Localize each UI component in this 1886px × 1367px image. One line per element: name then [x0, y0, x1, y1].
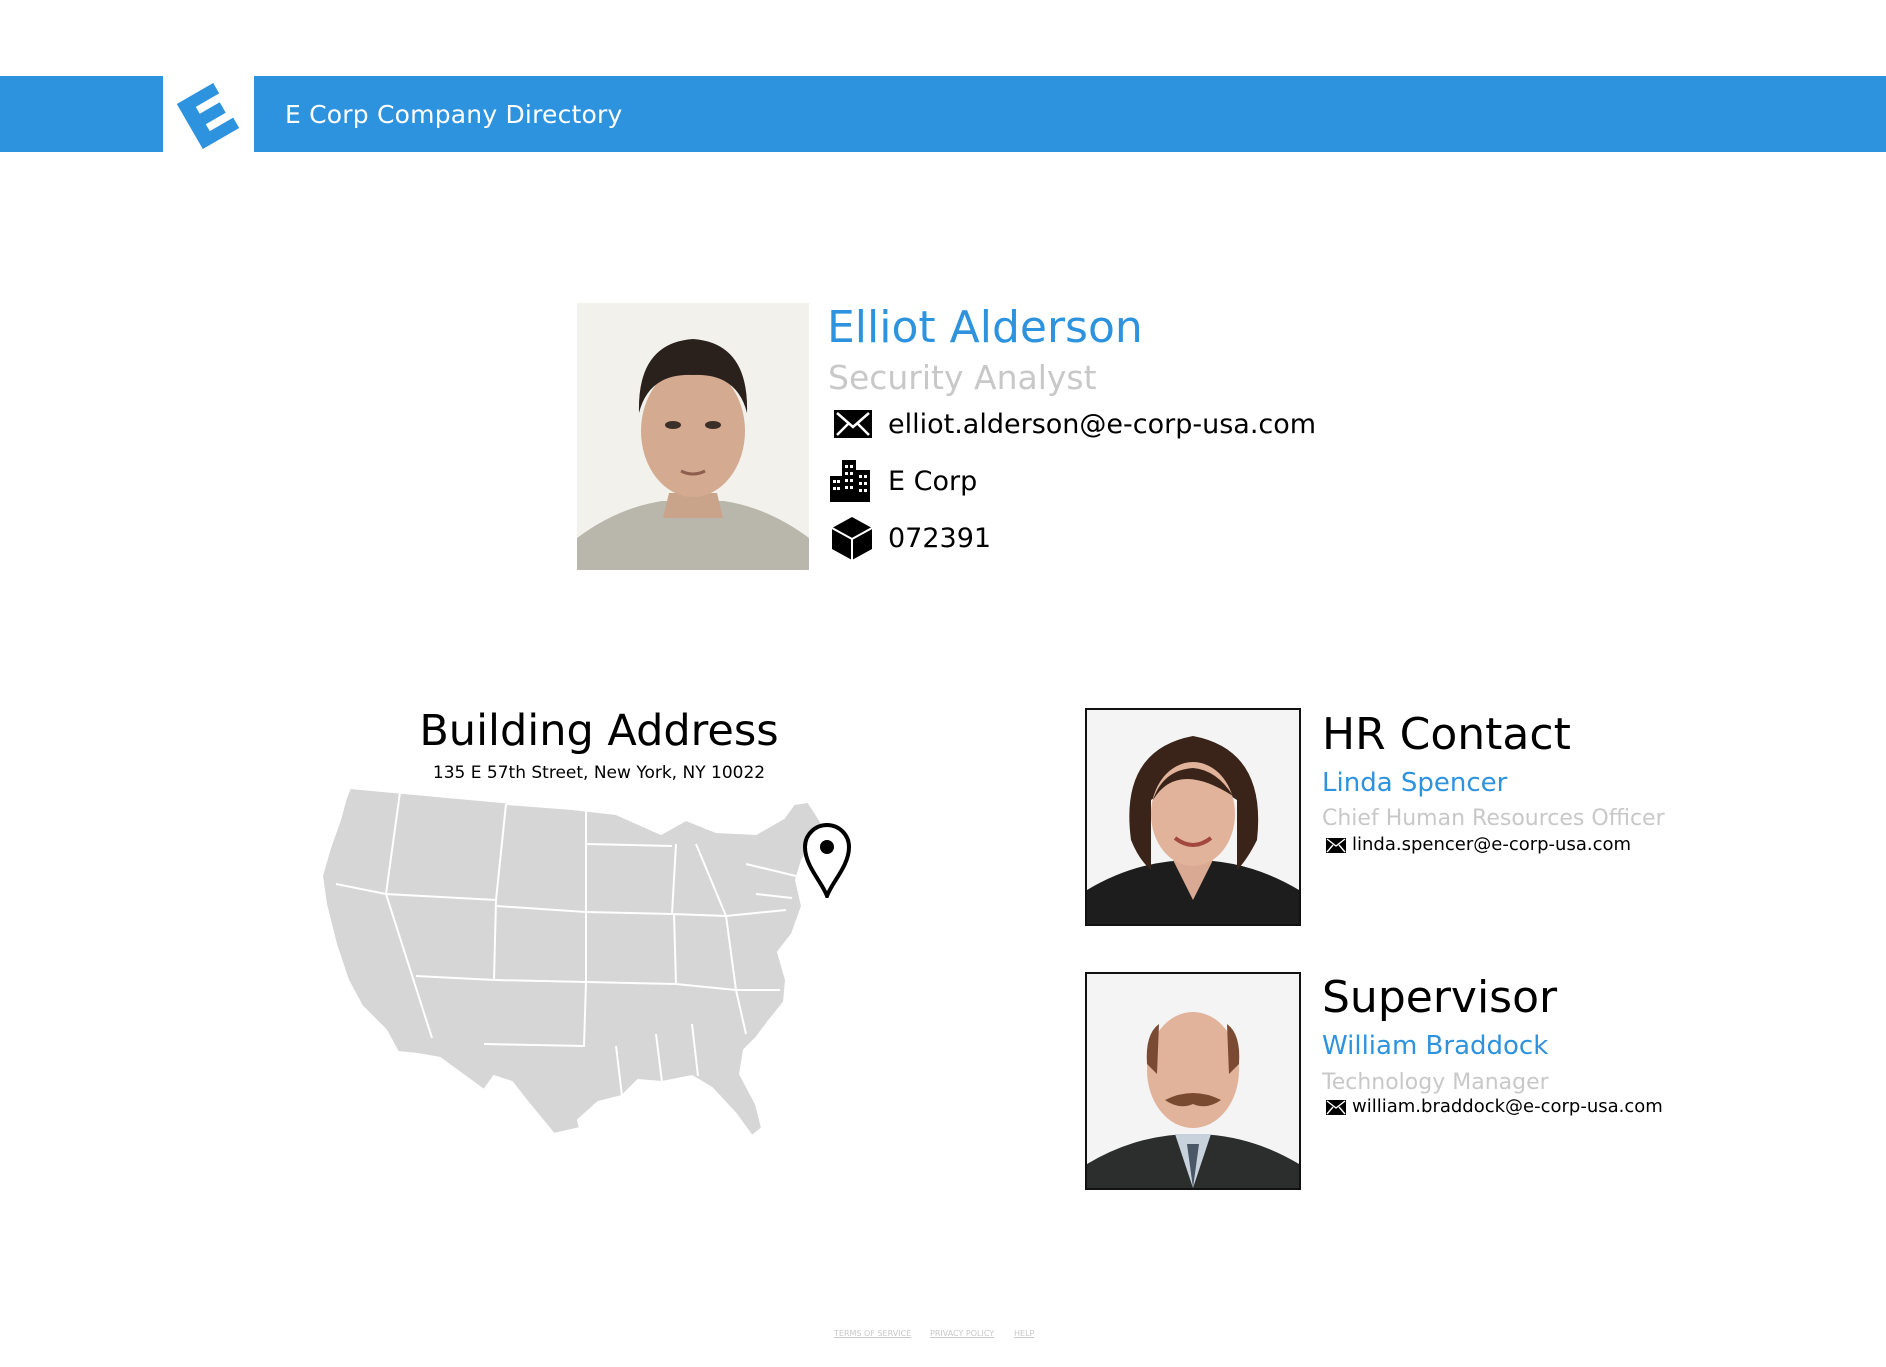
- employee-job-title: Security Analyst: [828, 358, 1097, 397]
- map-pin-icon[interactable]: [802, 822, 852, 902]
- employee-name: Elliot Alderson: [827, 302, 1143, 353]
- hr-contact-email[interactable]: linda.spencer@e-corp-usa.com: [1352, 834, 1631, 855]
- hr-contact-photo: [1085, 708, 1301, 926]
- employee-id: 072391: [888, 523, 992, 554]
- employee-company: E Corp: [888, 466, 978, 497]
- employee-email[interactable]: elliot.alderson@e-corp-usa.com: [888, 409, 1316, 440]
- supervisor-photo: [1085, 972, 1301, 1190]
- envelope-icon: [1326, 838, 1346, 853]
- footer-link-terms[interactable]: TERMS OF SERVICE: [834, 1329, 911, 1338]
- hr-contact-name[interactable]: Linda Spencer: [1322, 768, 1507, 798]
- logo[interactable]: [163, 76, 254, 152]
- envelope-icon: [830, 401, 876, 447]
- cube-icon: [829, 515, 875, 561]
- e-corp-logo-icon: [176, 82, 240, 150]
- header-bar: [0, 76, 1886, 152]
- buildings-icon: [828, 458, 874, 504]
- hr-contact-heading: HR Contact: [1322, 709, 1571, 760]
- page-title: E Corp Company Directory: [285, 100, 623, 129]
- hr-contact-role: Chief Human Resources Officer: [1322, 806, 1665, 831]
- building-address-heading: Building Address: [419, 706, 779, 756]
- footer-link-privacy[interactable]: PRIVACY POLICY: [930, 1329, 994, 1338]
- footer-link-help[interactable]: HELP: [1014, 1329, 1034, 1338]
- building-address-text: 135 E 57th Street, New York, NY 10022: [432, 763, 766, 783]
- supervisor-email[interactable]: william.braddock@e-corp-usa.com: [1352, 1096, 1663, 1117]
- profile-photo: [577, 303, 809, 570]
- supervisor-name[interactable]: William Braddock: [1322, 1031, 1548, 1061]
- supervisor-role: Technology Manager: [1322, 1070, 1549, 1095]
- envelope-icon: [1326, 1100, 1346, 1115]
- supervisor-heading: Supervisor: [1322, 972, 1558, 1023]
